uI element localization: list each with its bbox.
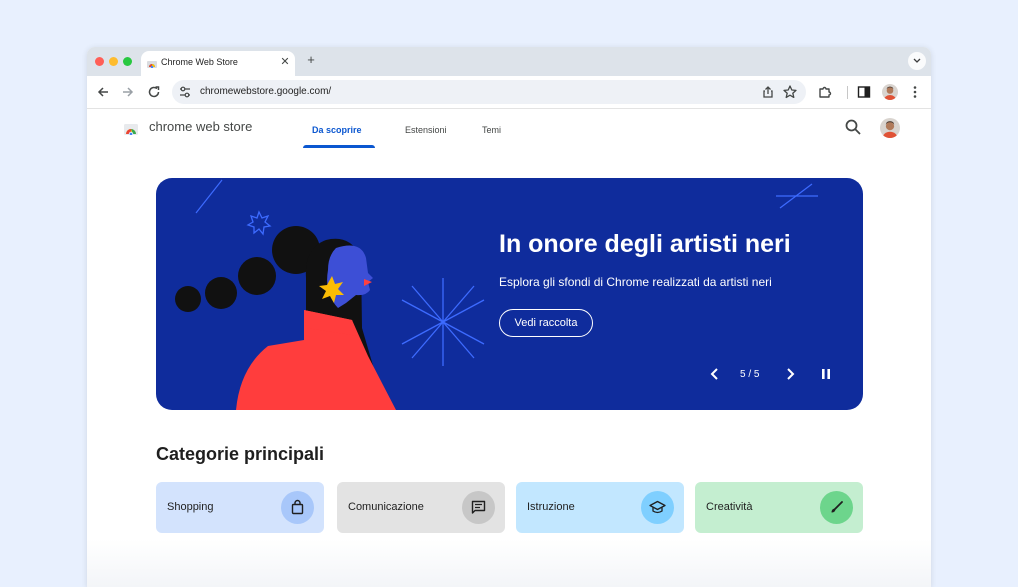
tab-strip: Chrome Web Store ✕ + xyxy=(87,47,931,76)
account-avatar[interactable] xyxy=(880,118,900,138)
url-text[interactable]: chromewebstore.google.com/ xyxy=(200,86,331,97)
category-label: Comunicazione xyxy=(348,501,424,513)
back-button[interactable] xyxy=(95,84,111,100)
chrome-web-store-page: chrome web store Da scoprire Estensioni … xyxy=(87,109,931,587)
arrow-forward-icon xyxy=(123,87,134,97)
browser-toolbar: chromewebstore.google.com/ xyxy=(87,76,931,109)
tab-search-button[interactable] xyxy=(908,52,926,70)
pause-icon[interactable] xyxy=(818,366,834,382)
paint-brush-icon xyxy=(820,491,853,524)
browser-tab[interactable]: Chrome Web Store ✕ xyxy=(141,51,295,76)
reload-button[interactable] xyxy=(146,84,162,100)
extensions-button[interactable] xyxy=(817,84,833,100)
side-panel-button[interactable] xyxy=(856,84,872,100)
category-card-shopping[interactable]: Shopping xyxy=(156,482,324,533)
hero-subtitle: Esplora gli sfondi di Chrome realizzati … xyxy=(499,275,772,289)
forward-button[interactable] xyxy=(120,84,136,100)
puzzle-icon xyxy=(819,86,832,98)
category-label: Istruzione xyxy=(527,501,575,513)
page-bottom-fade xyxy=(87,539,931,587)
categories-heading: Categorie principali xyxy=(156,444,325,464)
chevron-left-icon[interactable] xyxy=(707,366,723,382)
search-icon[interactable] xyxy=(844,118,862,136)
chevron-down-icon xyxy=(913,58,921,63)
tab-estensioni[interactable]: Estensioni xyxy=(405,125,447,135)
address-bar[interactable]: chromewebstore.google.com/ xyxy=(172,80,806,104)
maximize-window-button[interactable] xyxy=(123,57,132,66)
chrome-web-store-logo-icon[interactable] xyxy=(124,121,138,135)
chevron-right-icon[interactable] xyxy=(782,366,798,382)
toolbar-divider xyxy=(847,86,848,99)
chrome-web-store-favicon-icon xyxy=(147,61,157,68)
store-name[interactable]: chrome web store xyxy=(149,119,252,134)
hero-title: In onore degli artisti neri xyxy=(499,230,791,258)
site-info-icon[interactable] xyxy=(178,85,192,99)
share-icon[interactable] xyxy=(760,84,776,100)
category-label: Creatività xyxy=(706,501,753,513)
tab-da-scoprire[interactable]: Da scoprire xyxy=(312,125,362,135)
shopping-bag-icon xyxy=(281,491,314,524)
minimize-window-button[interactable] xyxy=(109,57,118,66)
active-tab-indicator xyxy=(303,145,375,148)
view-collection-button[interactable]: Vedi raccolta xyxy=(499,309,593,337)
side-panel-icon xyxy=(857,86,871,98)
browser-window: Chrome Web Store ✕ + chromewebstore.goog… xyxy=(87,47,931,587)
chat-icon xyxy=(462,491,495,524)
user-avatar-icon xyxy=(882,84,898,100)
tab-close-icon[interactable]: ✕ xyxy=(278,55,292,69)
hero-banner[interactable]: In onore degli artisti neri Esplora gli … xyxy=(156,178,863,410)
tab-title: Chrome Web Store xyxy=(161,57,238,67)
graduation-cap-icon xyxy=(641,491,674,524)
category-label: Shopping xyxy=(167,501,214,513)
reload-icon xyxy=(148,86,160,98)
bookmark-star-icon[interactable] xyxy=(782,84,798,100)
category-card-istruzione[interactable]: Istruzione xyxy=(516,482,684,533)
close-window-button[interactable] xyxy=(95,57,104,66)
more-vert-icon xyxy=(913,86,917,98)
profile-avatar[interactable] xyxy=(882,84,898,100)
carousel-counter: 5 / 5 xyxy=(740,369,760,380)
new-tab-button[interactable]: + xyxy=(304,53,318,67)
user-avatar-icon xyxy=(880,118,900,138)
tab-temi[interactable]: Temi xyxy=(482,125,501,135)
category-card-comunicazione[interactable]: Comunicazione xyxy=(337,482,505,533)
menu-button[interactable] xyxy=(907,84,923,100)
category-card-creativita[interactable]: Creatività xyxy=(695,482,863,533)
arrow-back-icon xyxy=(97,87,108,97)
